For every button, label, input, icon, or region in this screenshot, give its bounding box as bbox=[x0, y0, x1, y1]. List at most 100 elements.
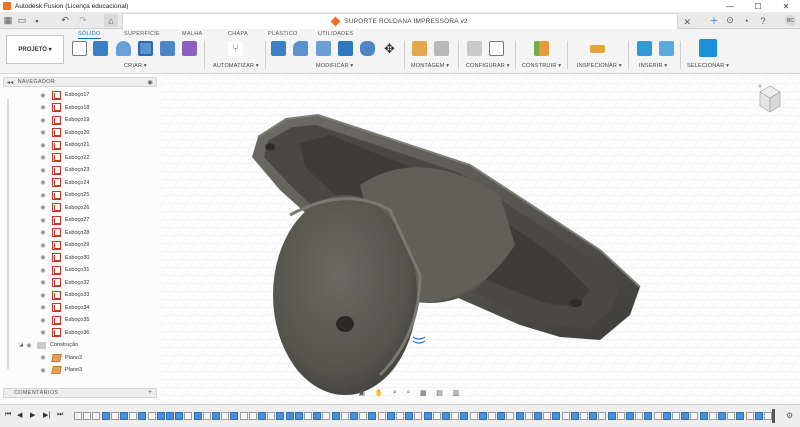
chamfer-icon[interactable] bbox=[316, 41, 331, 56]
timeline-feature[interactable] bbox=[101, 412, 110, 420]
visibility-icon[interactable]: ◉ bbox=[39, 329, 47, 336]
create-sketch-icon[interactable] bbox=[72, 41, 87, 56]
timeline-sketch[interactable] bbox=[708, 412, 717, 420]
timeline-feature[interactable] bbox=[175, 412, 184, 420]
browser-item[interactable]: ◉ Esboço31 bbox=[3, 264, 157, 277]
timeline-feature[interactable] bbox=[644, 412, 653, 420]
gear-icon[interactable]: ⚙ bbox=[786, 411, 793, 420]
timeline-sketch[interactable] bbox=[110, 412, 119, 420]
group-select[interactable]: SELECIONAR ▾ bbox=[687, 63, 729, 69]
browser-header[interactable]: ◂◂ NAVEGADOR ◉ bbox=[3, 77, 157, 87]
insert-icon[interactable] bbox=[637, 41, 652, 56]
timeline-sketch[interactable] bbox=[414, 412, 423, 420]
browser-item[interactable]: ◉ Esboço24 bbox=[3, 177, 157, 190]
timeline-feature[interactable] bbox=[681, 412, 690, 420]
browser-item[interactable]: ◉ Esboço36 bbox=[3, 327, 157, 340]
browser-item[interactable]: ◉ Esboço17 bbox=[3, 89, 157, 102]
visibility-icon[interactable]: ◉ bbox=[39, 117, 47, 124]
browser-item[interactable]: ◉ Plano3 bbox=[3, 364, 157, 377]
save-icon[interactable]: ▪ bbox=[32, 14, 42, 27]
visibility-icon[interactable]: ◉ bbox=[39, 367, 47, 374]
redo-icon[interactable]: ↷ bbox=[78, 14, 88, 27]
help-icon[interactable]: ? bbox=[758, 14, 768, 27]
prev-icon[interactable]: ◀ bbox=[17, 411, 22, 419]
add-comment-icon[interactable]: + bbox=[148, 390, 152, 396]
measure-icon[interactable] bbox=[590, 45, 605, 53]
last-icon[interactable]: ⏭ bbox=[57, 411, 63, 419]
timeline-sketch[interactable] bbox=[506, 412, 515, 420]
revolve-icon[interactable] bbox=[116, 41, 131, 56]
form-icon[interactable] bbox=[182, 41, 197, 56]
timeline-feature[interactable] bbox=[718, 412, 726, 420]
timeline-sketch[interactable] bbox=[377, 412, 386, 420]
timeline-marker[interactable] bbox=[772, 409, 775, 423]
project-button[interactable]: PROJETO ▾ bbox=[6, 35, 64, 64]
timeline-feature[interactable] bbox=[212, 412, 220, 420]
fillet-icon[interactable] bbox=[293, 41, 308, 56]
visibility-icon[interactable]: ◉ bbox=[39, 192, 47, 199]
timeline-feature[interactable] bbox=[350, 412, 358, 420]
timeline-sketch[interactable] bbox=[561, 412, 570, 420]
group-assemble[interactable]: MONTAGEM ▾ bbox=[411, 63, 449, 69]
timeline-sketch[interactable] bbox=[129, 412, 138, 420]
timeline-sketch[interactable] bbox=[239, 412, 248, 420]
browser-item[interactable]: ◢ ◉ Construção bbox=[3, 339, 157, 352]
browser-item[interactable]: ◉ Esboço19 bbox=[3, 114, 157, 127]
browser-item[interactable]: ◉ Esboço18 bbox=[3, 102, 157, 115]
timeline-feature[interactable] bbox=[515, 412, 524, 420]
timeline-feature[interactable] bbox=[754, 412, 763, 420]
timeline-feature[interactable] bbox=[285, 412, 294, 420]
timeline-feature[interactable] bbox=[193, 412, 202, 420]
orbit-icon[interactable]: ⟲ bbox=[343, 389, 349, 397]
visibility-icon[interactable]: ◉ bbox=[39, 304, 47, 311]
timeline-sketch[interactable] bbox=[727, 412, 736, 420]
avatar[interactable]: BC bbox=[785, 15, 796, 26]
visibility-icon[interactable]: ◉ bbox=[39, 104, 47, 111]
timeline-feature[interactable] bbox=[294, 412, 303, 420]
collapse-panel-icon[interactable]: ◂◂ bbox=[7, 79, 14, 86]
timeline-feature[interactable] bbox=[607, 412, 616, 420]
timeline-feature[interactable] bbox=[662, 412, 671, 420]
timeline-sketch[interactable] bbox=[83, 412, 92, 420]
view-cube[interactable] bbox=[756, 82, 784, 116]
visibility-icon[interactable]: ◉ bbox=[39, 204, 47, 211]
timeline-feature[interactable] bbox=[258, 412, 266, 420]
tab-surface[interactable]: SUPERFÍCIE bbox=[124, 31, 160, 37]
timeline-sketch[interactable] bbox=[745, 412, 754, 420]
browser-item[interactable]: ◉ Esboço21 bbox=[3, 139, 157, 152]
timeline-feature[interactable] bbox=[230, 412, 239, 420]
automate-icon[interactable]: ⑂ bbox=[228, 41, 243, 56]
timeline-feature[interactable] bbox=[442, 412, 450, 420]
extensions-icon[interactable]: ⊙ bbox=[725, 14, 735, 27]
close-window-button[interactable]: ✕ bbox=[772, 0, 800, 12]
timeline-feature[interactable] bbox=[138, 412, 147, 420]
timeline-sketch[interactable] bbox=[451, 412, 460, 420]
timeline-sketch[interactable] bbox=[184, 412, 193, 420]
app-grid-icon[interactable]: ▦ bbox=[3, 14, 13, 27]
timeline-feature[interactable] bbox=[478, 412, 487, 420]
timeline-sketch[interactable] bbox=[672, 412, 680, 420]
browser-item[interactable]: ◉ Esboço32 bbox=[3, 277, 157, 290]
timeline-feature[interactable] bbox=[497, 412, 506, 420]
timeline-sketch[interactable] bbox=[653, 412, 662, 420]
folder-icon[interactable]: ▭ bbox=[17, 14, 27, 27]
visibility-icon[interactable]: ◉ bbox=[39, 167, 47, 174]
group-inspect[interactable]: INSPECIONAR ▾ bbox=[577, 63, 622, 69]
comments-panel[interactable]: COMENTÁRIOS + bbox=[3, 388, 157, 398]
home-icon[interactable]: ⌂ bbox=[104, 14, 118, 27]
expand-caret-icon[interactable]: ◢ bbox=[17, 342, 25, 348]
browser-item[interactable]: ◉ Esboço35 bbox=[3, 314, 157, 327]
maximize-button[interactable]: ☐ bbox=[744, 0, 772, 12]
timeline-feature[interactable] bbox=[626, 412, 634, 420]
zoom-icon[interactable]: ⌕ bbox=[393, 389, 397, 397]
undo-icon[interactable]: ↶ bbox=[60, 14, 70, 27]
timeline-feature[interactable] bbox=[699, 412, 708, 420]
press-pull-icon[interactable] bbox=[271, 41, 286, 56]
shell-icon[interactable] bbox=[360, 41, 375, 56]
browser-item[interactable]: ◉ Esboço22 bbox=[3, 152, 157, 165]
timeline-feature[interactable] bbox=[423, 412, 432, 420]
first-icon[interactable]: ⏮ bbox=[5, 411, 11, 419]
group-configure[interactable]: CONFIGURAR ▾ bbox=[466, 63, 510, 69]
timeline-feature[interactable] bbox=[276, 412, 285, 420]
timeline-feature[interactable] bbox=[405, 412, 414, 420]
